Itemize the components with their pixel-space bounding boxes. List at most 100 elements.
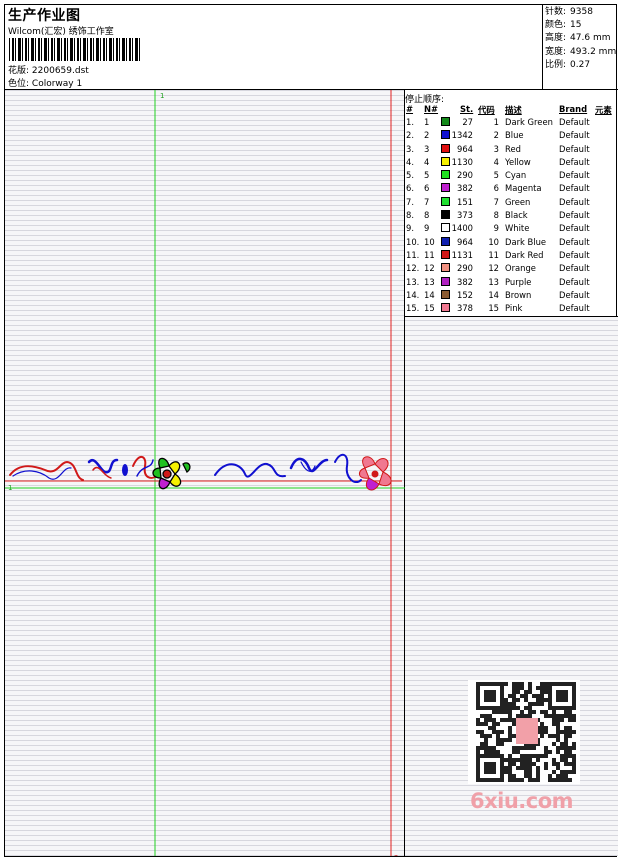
qr-module bbox=[476, 770, 480, 774]
qr-module bbox=[508, 730, 512, 734]
row-code: 1 bbox=[493, 117, 499, 127]
qr-module bbox=[476, 682, 480, 686]
qr-module bbox=[488, 770, 492, 774]
qr-module bbox=[568, 714, 572, 718]
row-description: Dark Green bbox=[505, 117, 553, 127]
stat-width-label: 宽度: bbox=[545, 46, 567, 57]
qr-module bbox=[564, 714, 568, 718]
row-needle: 3 bbox=[424, 143, 430, 154]
row-needle: 12 bbox=[424, 263, 435, 274]
qr-module bbox=[476, 774, 480, 778]
col-index: # bbox=[406, 104, 414, 114]
row-brand: Default bbox=[559, 183, 590, 194]
row-needle: 4 bbox=[424, 156, 430, 167]
qr-module bbox=[528, 762, 532, 766]
qr-module bbox=[568, 706, 572, 710]
qr-module bbox=[560, 694, 564, 698]
qr-module bbox=[496, 750, 500, 754]
qr-module bbox=[564, 690, 568, 694]
row-description: Pink bbox=[505, 303, 523, 314]
qr-module bbox=[492, 710, 496, 714]
row-brand: Default bbox=[559, 263, 590, 274]
qr-module bbox=[568, 682, 572, 686]
row-stitches: 373 bbox=[457, 210, 473, 221]
qr-module bbox=[496, 710, 500, 714]
color-swatch bbox=[441, 196, 450, 206]
qr-module bbox=[516, 698, 520, 702]
qr-module bbox=[540, 686, 544, 690]
qr-module bbox=[572, 702, 576, 706]
qr-module bbox=[572, 758, 576, 762]
qr-module bbox=[568, 726, 572, 730]
row-description: Cyan bbox=[505, 170, 527, 181]
qr-module bbox=[492, 770, 496, 774]
qr-module bbox=[552, 714, 556, 718]
row-code: 15 bbox=[488, 303, 499, 314]
qr-module bbox=[560, 714, 564, 718]
qr-module bbox=[556, 694, 560, 698]
qr-module bbox=[548, 734, 552, 738]
row-index: 14. bbox=[406, 289, 420, 300]
row-needle: 9 bbox=[424, 223, 430, 234]
qr-module bbox=[504, 738, 508, 742]
qr-module bbox=[560, 754, 564, 758]
qr-module bbox=[492, 766, 496, 770]
qr-module bbox=[492, 730, 496, 734]
qr-module bbox=[528, 682, 532, 686]
qr-module bbox=[564, 730, 568, 734]
qr-module bbox=[480, 742, 484, 746]
qr-module bbox=[564, 758, 568, 762]
qr-module bbox=[480, 754, 484, 758]
qr-module bbox=[572, 698, 576, 702]
qr-module bbox=[504, 718, 508, 722]
qr-module bbox=[488, 682, 492, 686]
qr-module bbox=[552, 682, 556, 686]
row-description: Dark Red bbox=[505, 249, 544, 260]
qr-module bbox=[564, 698, 568, 702]
col-brand: Brand bbox=[559, 104, 588, 114]
qr-module bbox=[524, 746, 528, 750]
qr-module bbox=[500, 774, 504, 778]
row-description: Black bbox=[505, 210, 528, 221]
qr-module bbox=[528, 758, 532, 762]
qr-module bbox=[540, 702, 544, 706]
qr-module bbox=[508, 774, 512, 778]
qr-module bbox=[500, 698, 504, 702]
row-code: 5 bbox=[493, 170, 499, 181]
colorway-line: 色位: Colorway 1 bbox=[8, 76, 82, 89]
col-description: 描述 bbox=[505, 105, 522, 115]
qr-module bbox=[544, 690, 548, 694]
qr-module bbox=[572, 690, 576, 694]
qr-module bbox=[492, 694, 496, 698]
stat-height: 高度: 47.6 mm bbox=[545, 32, 618, 45]
qr-module bbox=[560, 770, 564, 774]
qr-module bbox=[484, 754, 488, 758]
qr-module bbox=[508, 754, 512, 758]
qr-module bbox=[524, 762, 528, 766]
row-stitches: 964 bbox=[457, 143, 473, 154]
row-needle: 6 bbox=[424, 183, 430, 194]
qr-module bbox=[492, 762, 496, 766]
qr-module bbox=[476, 730, 480, 734]
row-code: 6 bbox=[493, 183, 499, 194]
stat-colors: 颜色: 15 bbox=[545, 19, 618, 32]
qr-module bbox=[524, 714, 528, 718]
qr-module bbox=[480, 722, 484, 726]
row-stitches: 382 bbox=[457, 276, 473, 287]
qr-module bbox=[548, 750, 552, 754]
stat-height-label: 高度: bbox=[545, 33, 567, 44]
row-stitches: 152 bbox=[457, 289, 473, 300]
qr-module bbox=[484, 722, 488, 726]
table-row: 2. 2 1342 2 Blue Default bbox=[405, 129, 618, 142]
qr-module bbox=[560, 682, 564, 686]
table-row: 12. 12 290 12 Orange Default bbox=[405, 262, 618, 275]
qr-module bbox=[524, 698, 528, 702]
qr-module bbox=[484, 778, 488, 782]
row-needle: 15 bbox=[424, 303, 435, 314]
qr-module bbox=[500, 766, 504, 770]
qr-module bbox=[564, 770, 568, 774]
qr-module bbox=[536, 758, 540, 762]
col-stitches: St. bbox=[460, 104, 474, 114]
stat-width: 宽度: 493.2 mm bbox=[545, 46, 618, 59]
qr-module bbox=[476, 690, 480, 694]
